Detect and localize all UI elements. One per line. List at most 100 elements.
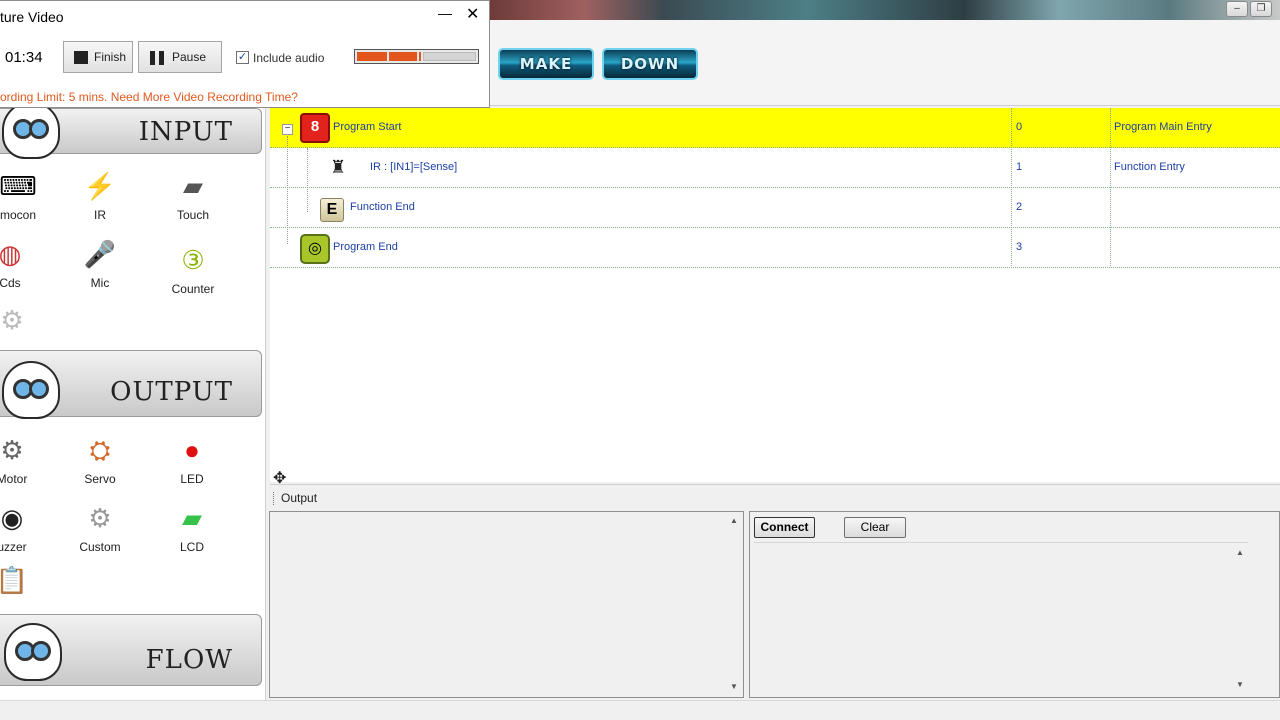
tree-row[interactable]: ♜ IR : [IN1]=[Sense] 1 Function Entry [270,148,1280,188]
tree-row[interactable]: − 8 Program Start 0 Program Main Entry [270,108,1280,148]
row-label: IR : [IN1]=[Sense] [370,161,458,173]
row-label: Program Start [333,121,402,133]
make-button[interactable]: MAKE [498,48,594,80]
tree-connector [307,148,308,212]
input-section-header[interactable]: INPUT [0,108,262,159]
led-icon: ● [184,435,200,465]
mic-icon: 🎤 [83,239,117,269]
tool-led[interactable]: ● LED [152,430,232,486]
finish-label: Finish [94,50,127,64]
ir-sensor-icon: ♜ [330,157,347,177]
tool-label: LED [180,472,204,486]
ir-sensor-icon: ⚡ [83,171,117,201]
tool-label: LCD [179,540,204,554]
pause-icon [150,51,164,65]
row-index: 2 [1016,201,1023,213]
lcd-icon: ▰ [182,503,202,533]
recording-timer: 01:34 [5,49,43,66]
cds-sensor-icon: ◍ [0,239,22,269]
row-description: Function Entry [1114,161,1185,173]
program-end-icon: ◎ [300,234,330,264]
tool-mic[interactable]: 🎤 Mic [60,234,140,290]
output-section-header[interactable]: OUTPUT [0,350,262,419]
scroll-down-icon[interactable]: ▼ [1236,680,1244,689]
main-toolbar: MAKE DOWN [490,20,1280,106]
row-label: Function End [350,201,415,213]
clipboard-icon: 📋 [0,560,52,600]
column-divider [1011,108,1012,266]
pause-label: Pause [172,50,207,64]
counter-icon: ③ [181,245,205,275]
robot-mascot-icon [2,108,60,159]
tool-label: Cds [0,276,21,290]
pause-button[interactable]: Pause [138,41,222,73]
row-index: 0 [1016,121,1023,133]
program-tree: − 8 Program Start 0 Program Main Entry ♜… [270,108,1280,482]
tool-cds[interactable]: ◍ Cds [0,234,50,290]
console-text-area[interactable] [754,542,1248,692]
finish-button[interactable]: Finish [63,41,133,73]
clear-button[interactable]: Clear [844,517,906,538]
gear-icon: ⚙ [88,503,112,533]
tool-lcd[interactable]: ▰ LCD [152,498,232,554]
tool-motor[interactable]: ⚙ Motor [0,430,52,486]
robot-mascot-icon [4,623,62,681]
tool-more-input[interactable]: ⚙ [0,300,52,340]
motor-icon: ⚙ [0,435,24,465]
collapse-toggle[interactable]: − [282,124,293,135]
tool-label: Touch [176,208,210,222]
row-description: Program Main Entry [1114,121,1212,133]
tool-more-output[interactable]: 📋 [0,560,52,612]
flow-section-title: FLOW [145,645,233,675]
output-scrollbar[interactable]: ▲ ▼ [726,512,743,697]
tool-label: IR [94,208,106,222]
tool-label: Servo [84,472,116,486]
flow-section-header[interactable]: FLOW [0,614,262,686]
scroll-up-icon[interactable]: ▲ [1236,548,1244,557]
minimize-window-button[interactable]: – [1226,1,1248,17]
tree-row[interactable]: E Function End 2 [270,188,1280,228]
output-header: Output [270,484,1280,510]
include-audio-label: Include audio [253,51,325,65]
recording-limit-notice[interactable]: ording Limit: 5 mins. Need More Video Re… [0,90,298,104]
remocon-icon: ⌨ [0,171,37,201]
window-controls: – ❐ [1226,1,1272,17]
scroll-down-icon[interactable]: ▼ [730,682,738,691]
capture-video-dialog: ture Video — ✕ 01:34 Finish Pause ✓ Incl… [0,0,490,108]
component-palette: INPUT ⌨ mocon ⚡ IR ▰ Touch ◍ Cds 🎤 Mic ③… [0,108,266,700]
program-start-icon: 8 [300,113,330,143]
tool-servo[interactable]: ⛭ Servo [60,430,140,486]
tool-buzzer[interactable]: ◉ uzzer [0,498,52,554]
status-bar [0,700,1280,720]
video-background-strip [490,0,1280,20]
tool-touch[interactable]: ▰ Touch [153,166,233,222]
robot-mascot-icon [2,361,60,419]
tool-label: Custom [79,540,121,554]
connect-button[interactable]: Connect [754,517,815,538]
output-title: Output [281,491,318,505]
scroll-up-icon[interactable]: ▲ [730,516,738,525]
include-audio-checkbox[interactable]: ✓ [236,51,249,64]
tree-connector [287,136,288,244]
tool-ir[interactable]: ⚡ IR [60,166,140,222]
tool-counter[interactable]: ③ Counter [153,240,233,296]
restore-window-button[interactable]: ❐ [1250,1,1272,17]
gear-icon: ⚙ [0,305,24,335]
tool-custom[interactable]: ⚙ Custom [60,498,140,554]
output-section-title: OUTPUT [110,377,233,407]
function-end-icon: E [320,198,344,222]
down-button[interactable]: DOWN [602,48,698,80]
dialog-minimize-button[interactable]: — [438,5,452,21]
serial-console-pane: Connect Clear ▲ ▼ [749,511,1280,698]
row-index: 1 [1016,161,1023,173]
tool-label: uzzer [0,540,27,554]
output-log-pane[interactable]: ▲ ▼ [269,511,744,698]
row-label: Program End [333,241,398,253]
column-divider [1110,108,1111,266]
tool-remocon[interactable]: ⌨ mocon [0,166,58,222]
buzzer-icon: ◉ [0,503,24,533]
dialog-close-button[interactable]: ✕ [466,4,479,24]
tree-row[interactable]: ◎ Program End 3 [270,228,1280,268]
tool-label: Motor [0,472,28,486]
stop-icon [74,51,88,64]
